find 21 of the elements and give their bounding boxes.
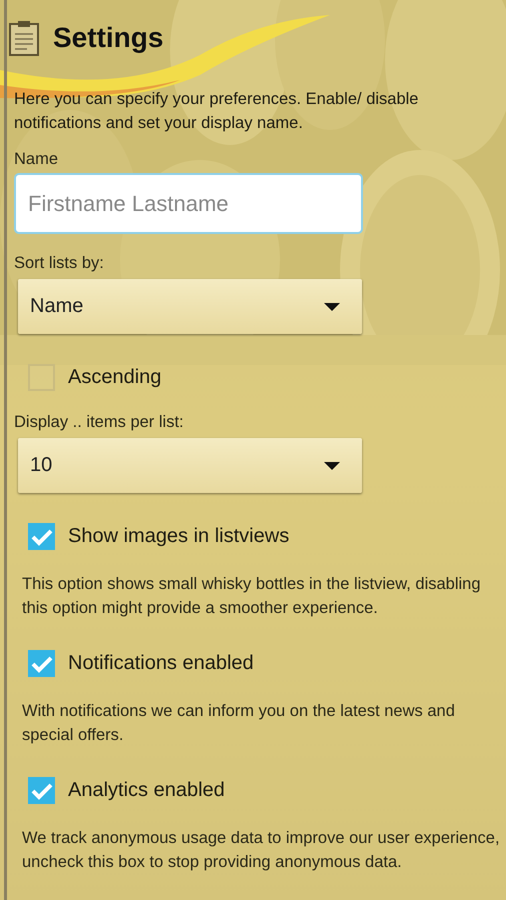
sort-dropdown[interactable]: Name bbox=[18, 279, 362, 334]
option-description: We track anonymous usage data to improve our user experience, uncheck this box to stop providing anonymous data. bbox=[22, 828, 500, 873]
clipboard-icon bbox=[9, 20, 39, 56]
intro-text: Here you can specify your preferences. Enable/ disable notifications and set your display name. bbox=[14, 89, 420, 134]
checkbox-label: Show images in listviews bbox=[68, 525, 290, 548]
field-label: Display .. items per list: bbox=[14, 413, 185, 432]
checkbox-label: Ascending bbox=[68, 366, 162, 389]
option-description: This option shows small whisky bottles in the listview, disabling this option might provide a smoother experience. bbox=[22, 574, 482, 619]
screen-title: Settings bbox=[53, 22, 164, 54]
items-dropdown[interactable]: 10 bbox=[18, 438, 362, 493]
checkbox-label: Notifications enabled bbox=[68, 652, 254, 675]
field-label: Name bbox=[14, 150, 60, 169]
name-field[interactable]: Firstname Lastname bbox=[14, 173, 363, 234]
caret-icon bbox=[324, 302, 340, 310]
field-label: Sort lists by: bbox=[14, 254, 105, 273]
caret-icon bbox=[324, 462, 340, 470]
option-description: With notifications we can inform you on the latest news and special offers. bbox=[22, 701, 456, 746]
checkbox[interactable] bbox=[28, 523, 55, 550]
checkbox-label: Analytics enabled bbox=[68, 779, 225, 802]
checkbox[interactable] bbox=[28, 650, 55, 677]
checkbox[interactable] bbox=[28, 777, 55, 804]
